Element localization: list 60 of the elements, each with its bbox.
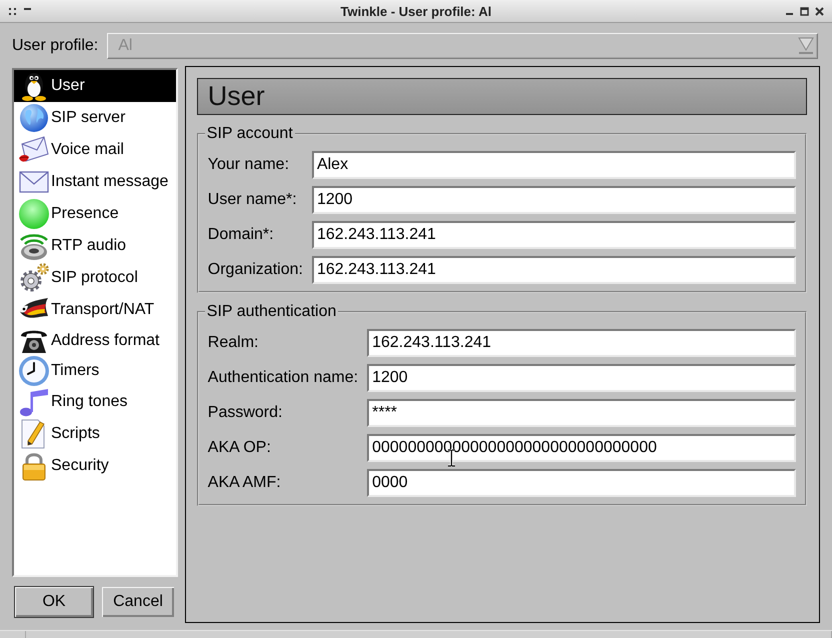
category-label: SIP server bbox=[51, 109, 126, 127]
clock-icon bbox=[18, 355, 50, 387]
field-label: Domain*: bbox=[208, 226, 274, 244]
page-title: User bbox=[196, 78, 807, 115]
category-label: RTP audio bbox=[51, 237, 126, 255]
category-label: Scripts bbox=[51, 425, 100, 443]
category-item[interactable]: Presence bbox=[14, 198, 176, 230]
window-title: Twinkle - User profile: Al bbox=[340, 4, 492, 18]
category-item[interactable]: User bbox=[14, 70, 176, 102]
text-field[interactable]: 1200 bbox=[367, 364, 796, 392]
category-label: Voice mail bbox=[51, 141, 124, 159]
category-label: Transport/NAT bbox=[51, 301, 154, 319]
category-item[interactable]: SIP server bbox=[14, 102, 176, 134]
dialog-button[interactable]: OK bbox=[14, 586, 94, 618]
window-menu-icon[interactable] bbox=[8, 6, 17, 16]
category-label: SIP protocol bbox=[51, 269, 138, 287]
text-field[interactable]: 162.243.113.241 bbox=[312, 256, 796, 284]
field-label: Your name: bbox=[208, 156, 290, 174]
text-field[interactable]: 0000 bbox=[367, 469, 796, 497]
category-label: User bbox=[51, 77, 85, 95]
category-item[interactable]: RTP audio bbox=[14, 230, 176, 262]
dialog-button[interactable]: Cancel bbox=[101, 586, 175, 618]
category-label: Timers bbox=[51, 362, 100, 380]
maximize-icon[interactable] bbox=[800, 6, 809, 16]
category-item[interactable]: Voice mail bbox=[14, 134, 176, 166]
category-item[interactable]: Scripts bbox=[14, 418, 176, 450]
text-field[interactable]: Alex bbox=[312, 151, 796, 179]
category-item[interactable]: Security bbox=[14, 450, 176, 482]
globe-icon bbox=[18, 102, 50, 134]
category-item[interactable]: Transport/NAT bbox=[14, 294, 176, 326]
field-label: AKA AMF: bbox=[208, 474, 281, 492]
field-label: Realm: bbox=[208, 334, 258, 352]
field-label: User name*: bbox=[208, 191, 297, 209]
field-label: Password: bbox=[208, 404, 282, 422]
category-item[interactable]: SIP protocol bbox=[14, 262, 176, 294]
category-label: Address format bbox=[51, 332, 160, 350]
text-field[interactable]: 162.243.113.241 bbox=[312, 221, 796, 249]
group-title: SIP authentication bbox=[206, 303, 338, 321]
field-label: Authentication name: bbox=[208, 369, 358, 387]
category-item[interactable]: Address format bbox=[14, 326, 176, 356]
group-title: SIP account bbox=[206, 125, 294, 143]
text-field[interactable]: **** bbox=[367, 399, 796, 427]
gears-icon bbox=[18, 262, 50, 294]
category-item[interactable]: Instant message bbox=[14, 166, 176, 198]
field-label: Organization: bbox=[208, 261, 303, 279]
dropdown-arrow-icon bbox=[798, 37, 814, 55]
text-field[interactable]: 162.243.113.241 bbox=[367, 329, 796, 357]
close-icon[interactable] bbox=[815, 6, 824, 16]
category-label: Presence bbox=[51, 205, 119, 223]
category-label: Instant message bbox=[51, 173, 168, 191]
dot-icon bbox=[18, 198, 50, 230]
text-field[interactable]: 1200 bbox=[312, 186, 796, 214]
music-note-icon bbox=[18, 386, 50, 418]
category-item[interactable]: Timers bbox=[14, 356, 176, 386]
profile-label: User profile: bbox=[12, 37, 98, 55]
category-item[interactable]: Ring tones bbox=[14, 386, 176, 418]
field-label: AKA OP: bbox=[208, 439, 271, 457]
text-field[interactable]: 00000000000000000000000000000000 bbox=[367, 434, 796, 462]
category-label: Security bbox=[51, 457, 109, 475]
category-label: Ring tones bbox=[51, 393, 128, 411]
